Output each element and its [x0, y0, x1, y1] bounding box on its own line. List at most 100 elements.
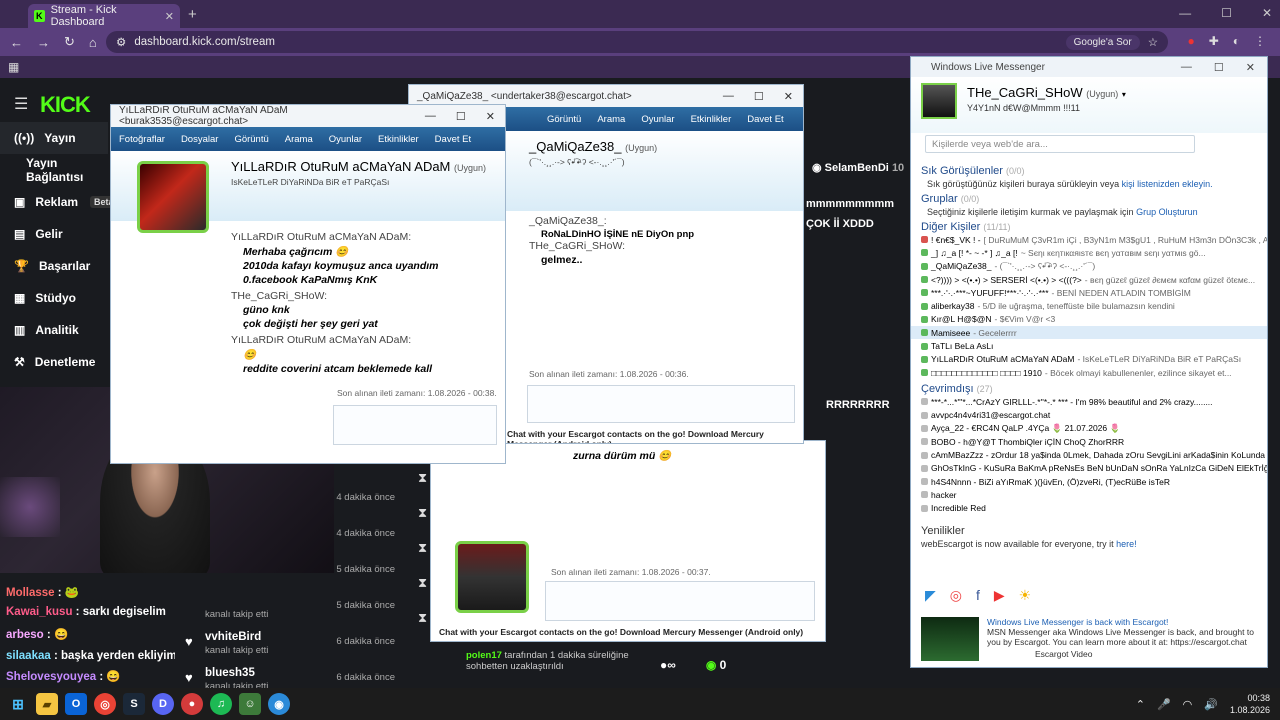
- back-icon[interactable]: ←: [10, 35, 23, 50]
- home-icon[interactable]: ⌂: [89, 35, 97, 50]
- favorites-header[interactable]: Sık Görüşülenler (0/0): [911, 165, 1267, 177]
- file-explorer-icon[interactable]: ▰: [36, 693, 58, 715]
- menu-dots-icon[interactable]: ⋮: [1254, 34, 1266, 48]
- message-input[interactable]: [527, 385, 795, 423]
- add-favorites-link[interactable]: kişi listenizden ekleyin.: [1122, 179, 1213, 189]
- chat-user[interactable]: silaakaa: [6, 650, 51, 662]
- contact-row[interactable]: hacker: [911, 488, 1267, 501]
- user-avatar[interactable]: [921, 83, 957, 119]
- menu-item[interactable]: Davet Et: [747, 114, 783, 125]
- contact-row[interactable]: aliberkay38- 5/D ile uğraşma, teneffüste…: [911, 299, 1267, 312]
- steam-icon[interactable]: S: [123, 693, 145, 715]
- chat-user[interactable]: arbeso: [6, 629, 44, 641]
- menu-item[interactable]: Oyunlar: [329, 134, 362, 145]
- browser-tab[interactable]: K Stream - Kick Dashboard ✕: [28, 4, 180, 28]
- close-tab-icon[interactable]: ✕: [165, 10, 174, 23]
- messenger-taskbar-icon[interactable]: ☺: [239, 693, 261, 715]
- sidebar-item-analitik[interactable]: ▥ Analitik: [0, 314, 108, 346]
- sidebar-item-studyo[interactable]: ▦ Stüdyo: [0, 282, 108, 314]
- puzzle-icon[interactable]: ✚: [1209, 34, 1219, 48]
- google-lens-button[interactable]: Google'a Sor: [1065, 34, 1140, 50]
- menu-item[interactable]: Oyunlar: [641, 114, 674, 125]
- obs-icon[interactable]: ●: [181, 693, 203, 715]
- site-info-icon[interactable]: ⚙: [116, 35, 126, 49]
- contact-row[interactable]: □□□□□□□□□□□□□ □□□□ 1910- Böcek olmayi ka…: [911, 366, 1267, 379]
- message-input[interactable]: [545, 581, 815, 621]
- new-tab-icon[interactable]: +: [188, 6, 197, 23]
- youtube-icon[interactable]: ▶: [994, 587, 1005, 604]
- apps-grid-icon[interactable]: ▦: [8, 60, 19, 74]
- maximize-icon[interactable]: ☐: [1221, 6, 1232, 20]
- sidebar-item-denetleme[interactable]: ⚒ Denetleme: [0, 346, 108, 378]
- follower-name[interactable]: vvhiteBird: [205, 631, 261, 643]
- chat-user[interactable]: Shelovesyouyea: [6, 671, 96, 683]
- contact-row[interactable]: YıLLaRDıR OtuRuM aCMaYaN ADaM - IsKeLeTLe…: [911, 353, 1267, 366]
- create-group-link[interactable]: Grup Oluşturun: [1136, 207, 1198, 217]
- close-window-icon[interactable]: ✕: [486, 110, 495, 123]
- chat-user[interactable]: Mollasse: [6, 587, 55, 599]
- contact-row[interactable]: TaTLı BeLa AsLı: [911, 339, 1267, 352]
- profile-avatar-icon[interactable]: ◐: [1233, 34, 1240, 48]
- contact-row[interactable]: Ayça_22 - €RC4N QaLP .4YÇa 🌷 21.07.2026 …: [911, 422, 1267, 435]
- contact-row[interactable]: <?)))) > <(•.•) > SERSERİ <(•.•) > <(((?…: [911, 273, 1267, 286]
- maximize-icon[interactable]: ☐: [1214, 61, 1224, 74]
- bookmark-star-icon[interactable]: ☆: [1148, 35, 1158, 49]
- contact-row[interactable]: ! €n€$_VK ! -[ DuRuMuM Ç3vR1m iÇi , B3yN…: [911, 233, 1267, 246]
- promo-title[interactable]: Windows Live Messenger is back with Esca…: [987, 617, 1259, 627]
- clock[interactable]: 00:38 1.08.2026: [1230, 692, 1270, 716]
- menu-item[interactable]: Arama: [597, 114, 625, 125]
- menu-item[interactable]: Etkinlikler: [691, 114, 732, 125]
- menu-item[interactable]: Arama: [285, 134, 313, 145]
- contact-row[interactable]: avvpc4n4v4ri31@escargot.chat: [911, 409, 1267, 422]
- volume-icon[interactable]: 🔊: [1204, 698, 1218, 711]
- escargot-icon[interactable]: ◤: [925, 587, 936, 604]
- minimize-icon[interactable]: —: [1179, 6, 1191, 20]
- address-bar[interactable]: ⚙ dashboard.kick.com/stream Google'a Sor…: [106, 31, 1168, 53]
- outlook-icon[interactable]: O: [65, 693, 87, 715]
- user-psm[interactable]: Y4Y1nN d€W@Mmmm !!!11: [967, 103, 1080, 113]
- close-window-icon[interactable]: ✕: [1246, 61, 1255, 74]
- maximize-icon[interactable]: ☐: [456, 110, 466, 123]
- minimize-icon[interactable]: —: [723, 90, 734, 103]
- sidebar-item-yayin-baglantisi[interactable]: Yayın Bağlantısı: [0, 154, 108, 186]
- escargot-taskbar-icon[interactable]: ◉: [268, 693, 290, 715]
- menu-item[interactable]: Etkinlikler: [378, 134, 419, 145]
- sidebar-item-basarilar[interactable]: 🏆 Başarılar: [0, 250, 108, 282]
- contact-search-input[interactable]: Kişilerde veya web'de ara...: [925, 135, 1195, 153]
- offline-header[interactable]: Çevrimdışı (27): [911, 383, 1267, 395]
- forward-icon[interactable]: →: [37, 35, 50, 50]
- contact-row[interactable]: Incredible Red: [911, 502, 1267, 515]
- spotify-icon[interactable]: ♫: [210, 693, 232, 715]
- chrome-icon[interactable]: ◎: [94, 693, 116, 715]
- extension-icon[interactable]: ●: [1187, 34, 1194, 48]
- contact-row[interactable]: ***.·'·.·***~YUFUFF!***·'·.·'·.·*** - BEN…: [911, 286, 1267, 299]
- contact-row[interactable]: ***-*...*'''*...*CrAzY GIRLLL-.*''*-.* *…: [911, 395, 1267, 408]
- chat-user[interactable]: Kawai_kusu: [6, 606, 72, 618]
- discord-icon[interactable]: D: [152, 693, 174, 715]
- contact-row[interactable]: GhOsTkInG - KuSuRa BaKmA pReNsEs BeN bUn…: [911, 462, 1267, 475]
- close-window-icon[interactable]: ✕: [784, 90, 793, 103]
- minimize-icon[interactable]: —: [1181, 61, 1192, 74]
- user-name-row[interactable]: THe_CaGRi_SHoW (Uygun) ▾: [967, 85, 1126, 100]
- start-icon[interactable]: ⊞: [7, 693, 29, 715]
- contact-row[interactable]: BOBO - h@Y@T ThombiQler iÇİN ChoQ ZhorRR…: [911, 435, 1267, 448]
- kick-logo[interactable]: KICK: [40, 92, 91, 118]
- microphone-icon[interactable]: 🎤: [1157, 698, 1171, 711]
- sun-icon[interactable]: ☀: [1019, 587, 1032, 604]
- contact-row[interactable]: Mamiseee - Gecelerrrr: [911, 326, 1267, 340]
- menu-item[interactable]: Dosyalar: [181, 134, 219, 145]
- chrome-icon[interactable]: ◎: [950, 587, 962, 604]
- contact-row[interactable]: h4S4Nnnn - BiZi aYıRmaK )(}üvEn, (Ö)zveR…: [911, 475, 1267, 488]
- sidebar-item-gelir[interactable]: ▤ Gelir: [0, 218, 108, 250]
- hamburger-menu-icon[interactable]: ☰: [14, 94, 28, 114]
- sidebar-item-yayin[interactable]: ((•)) Yayın: [0, 122, 108, 154]
- other-contacts-header[interactable]: Diğer Kişiler (11/11): [911, 221, 1267, 233]
- contact-row[interactable]: _QaMiQaZe38_ - (¯`'·.¸¸.·-> ʕ•ͥ͡ •ͣ ʔ <-·…: [911, 260, 1267, 273]
- contact-row[interactable]: cAmMBazZzz - zOrdur 18 ya$inda 0Lmek, Da…: [911, 448, 1267, 461]
- chevron-up-icon[interactable]: ⌃: [1136, 698, 1145, 711]
- close-window-icon[interactable]: ✕: [1262, 6, 1272, 20]
- menu-item[interactable]: Davet Et: [435, 134, 471, 145]
- follower-name[interactable]: bluesh35: [205, 667, 255, 679]
- contact-row[interactable]: _] ♫_a [! *- ~ -* ] ♫_a [! ~ Sєηι кєηтιкα…: [911, 246, 1267, 259]
- news-link[interactable]: here!: [1116, 539, 1137, 549]
